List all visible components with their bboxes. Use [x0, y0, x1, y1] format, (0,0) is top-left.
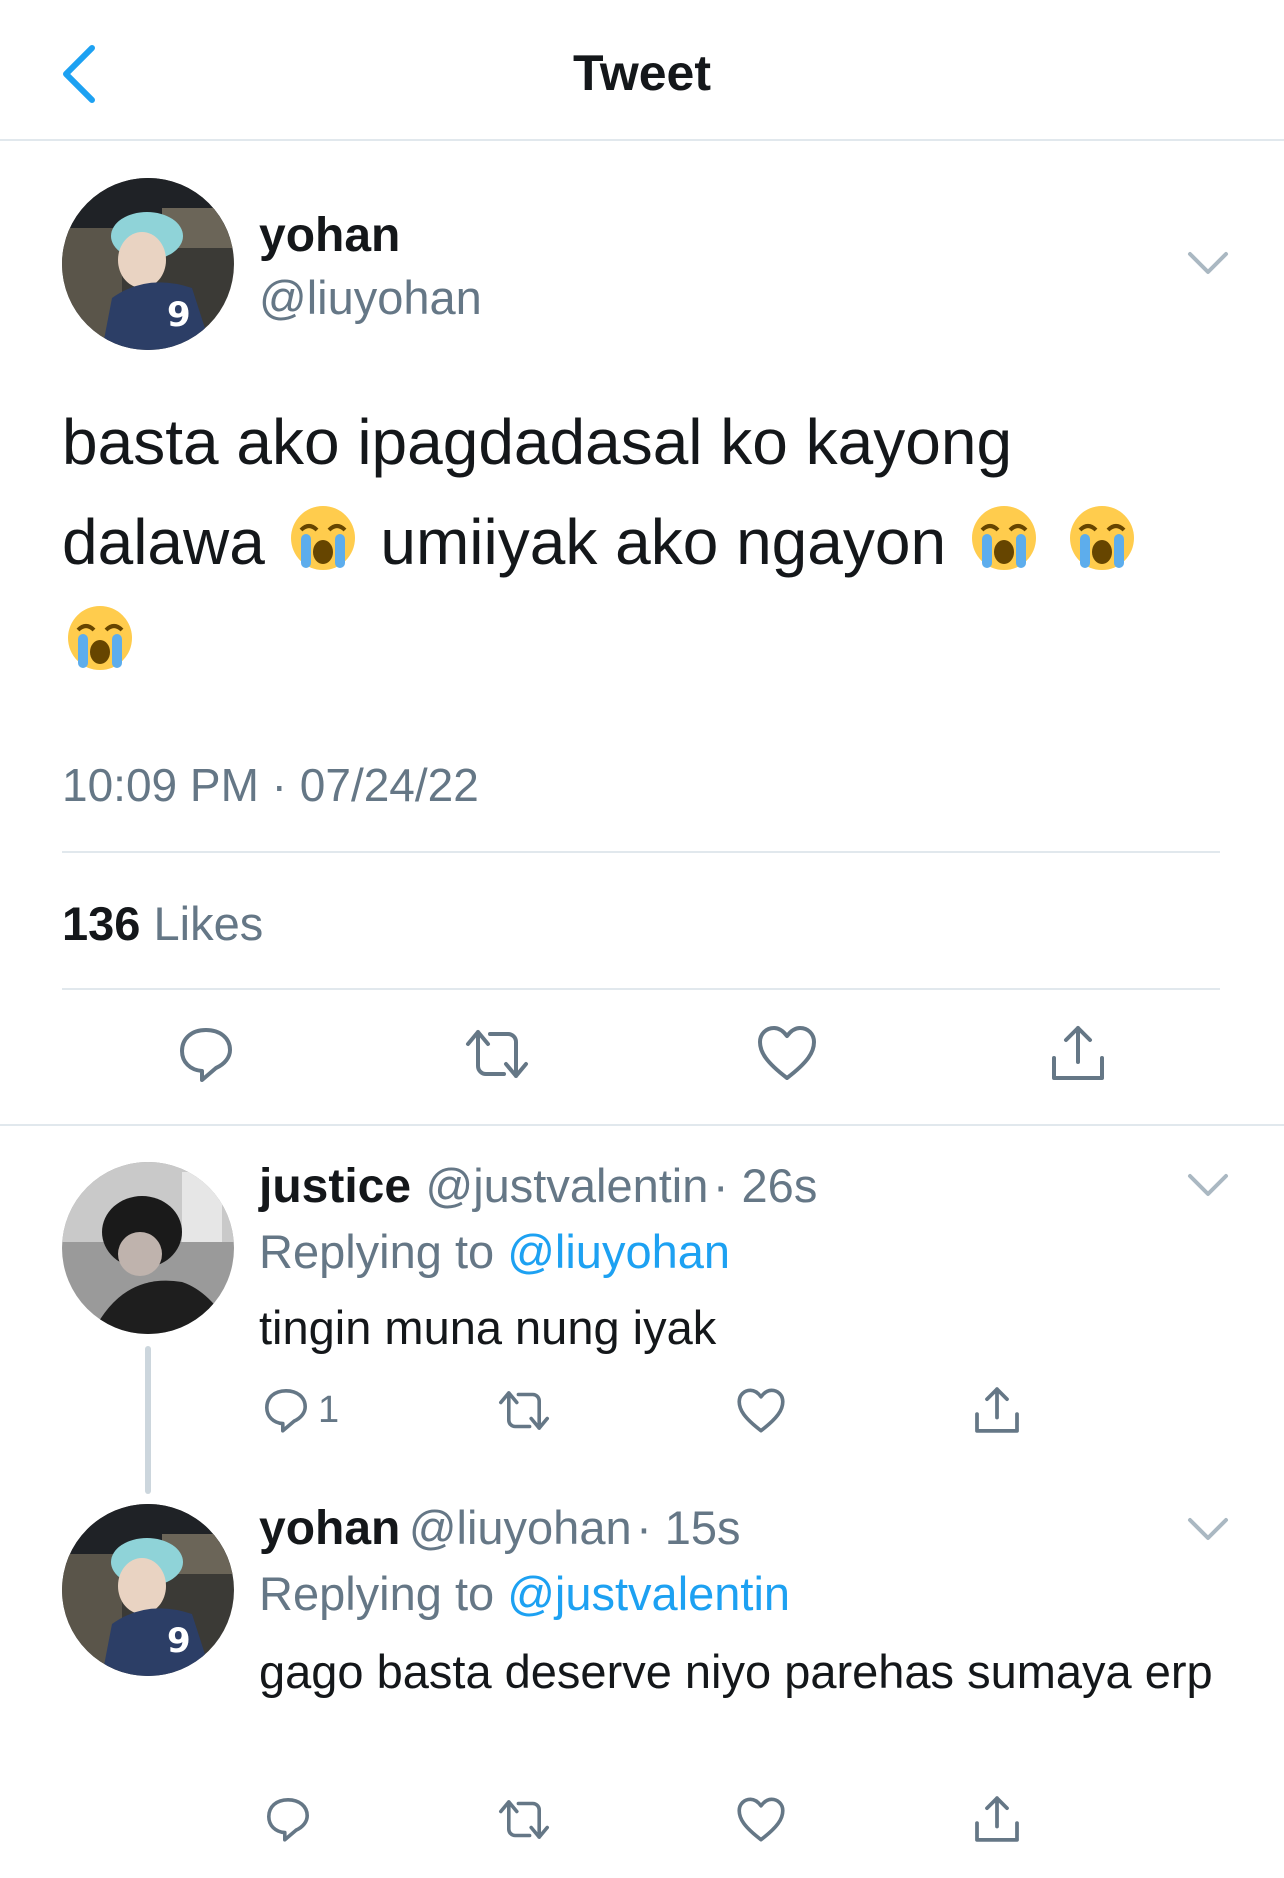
replying-to: Replying to @justvalentin — [259, 1566, 790, 1621]
share-button[interactable] — [1048, 1022, 1108, 1084]
avatar-image: 9 — [62, 1504, 234, 1676]
thread-line — [145, 1346, 151, 1494]
reply-button[interactable] — [264, 1795, 312, 1843]
crying-face-icon — [1068, 500, 1136, 570]
author-handle[interactable]: @liuyohan — [259, 270, 482, 325]
like-button[interactable] — [756, 1024, 818, 1082]
reply-author-name[interactable]: yohan — [259, 1502, 400, 1555]
retweet-button[interactable] — [462, 1026, 532, 1082]
replying-to-link[interactable]: @justvalentin — [507, 1567, 790, 1620]
like-button[interactable] — [736, 1387, 786, 1434]
divider — [62, 851, 1220, 853]
crying-face-icon — [66, 600, 134, 670]
share-icon — [975, 1387, 1019, 1433]
likes-label: Likes — [153, 897, 264, 950]
reply-time: · 15s — [636, 1501, 741, 1554]
heart-icon — [737, 1797, 785, 1842]
share-icon — [1052, 1026, 1104, 1080]
tweet-text-line — [62, 592, 1242, 692]
retweet-icon — [499, 1391, 549, 1430]
reply-count: 1 — [318, 1388, 340, 1431]
likes-number: 136 — [62, 897, 141, 950]
tweet-text-segment: dalawa — [62, 506, 265, 578]
avatar[interactable]: 9 — [62, 1504, 234, 1676]
avatar-image — [62, 1162, 234, 1334]
replying-label: Replying to — [259, 1567, 495, 1620]
reply-options-button[interactable] — [1186, 1172, 1230, 1200]
reply-icon — [180, 1028, 232, 1082]
top-bar: Tweet — [0, 0, 1284, 141]
likes-count[interactable]: 136 Likes — [62, 896, 263, 951]
heart-icon — [758, 1026, 816, 1080]
crying-face-icon — [289, 500, 357, 570]
heart-icon — [737, 1388, 785, 1433]
chevron-down-icon — [1188, 252, 1228, 274]
tweet-text-segment: umiiyak ako ngayon — [380, 506, 947, 578]
reply-action[interactable]: 1 — [262, 1386, 339, 1434]
reply-time: · 26s — [712, 1159, 818, 1212]
tweet-text-line: dalawa umiiyak ako ngayon — [62, 492, 1242, 592]
retweet-icon — [499, 1800, 549, 1839]
share-button[interactable] — [972, 1793, 1022, 1845]
chevron-down-icon — [1188, 1174, 1228, 1196]
retweet-button[interactable] — [496, 1797, 552, 1842]
reply-header: justice @justvalentin · 26s — [259, 1158, 817, 1214]
reply-author-name[interactable]: justice — [259, 1160, 411, 1213]
reply-options-button[interactable] — [1186, 1516, 1230, 1544]
avatar[interactable] — [62, 1162, 234, 1334]
avatar[interactable]: 9 — [62, 178, 234, 350]
tweet-text: basta ako ipagdadasal ko kayong dalawa u… — [62, 392, 1242, 692]
avatar-image: 9 — [62, 178, 234, 350]
svg-text:9: 9 — [167, 295, 191, 335]
share-icon — [975, 1796, 1019, 1842]
reply-icon — [267, 1798, 309, 1842]
svg-text:9: 9 — [167, 1621, 191, 1661]
reply-text: tingin muna nung iyak — [259, 1301, 717, 1354]
tweet-timestamp: 10:09 PM · 07/24/22 — [62, 759, 479, 811]
retweet-icon — [466, 1030, 528, 1078]
page-title: Tweet — [573, 45, 711, 101]
author-name[interactable]: yohan — [259, 208, 400, 263]
crying-face-icon — [970, 500, 1038, 570]
reply-text: gago basta deserve niyo parehas sumaya e… — [259, 1645, 1213, 1698]
chevron-down-icon — [1188, 1518, 1228, 1540]
divider — [0, 1124, 1284, 1126]
reply-author-handle[interactable]: @justvalentin — [426, 1159, 709, 1212]
reply-button[interactable] — [176, 1024, 236, 1084]
reply-author-handle[interactable]: @liuyohan — [409, 1501, 632, 1554]
share-button[interactable] — [972, 1384, 1022, 1436]
divider — [62, 988, 1220, 990]
reply-icon — [265, 1389, 307, 1433]
like-button[interactable] — [736, 1796, 786, 1843]
replying-to: Replying to @liuyohan — [259, 1224, 730, 1279]
tweet-options-button[interactable] — [1186, 250, 1230, 278]
replying-to-link[interactable]: @liuyohan — [507, 1225, 730, 1278]
reply-header: yohan @liuyohan · 15s — [259, 1500, 741, 1556]
tweet-text-line: basta ako ipagdadasal ko kayong — [62, 406, 1013, 478]
retweet-button[interactable] — [496, 1388, 552, 1433]
replying-label: Replying to — [259, 1225, 495, 1278]
